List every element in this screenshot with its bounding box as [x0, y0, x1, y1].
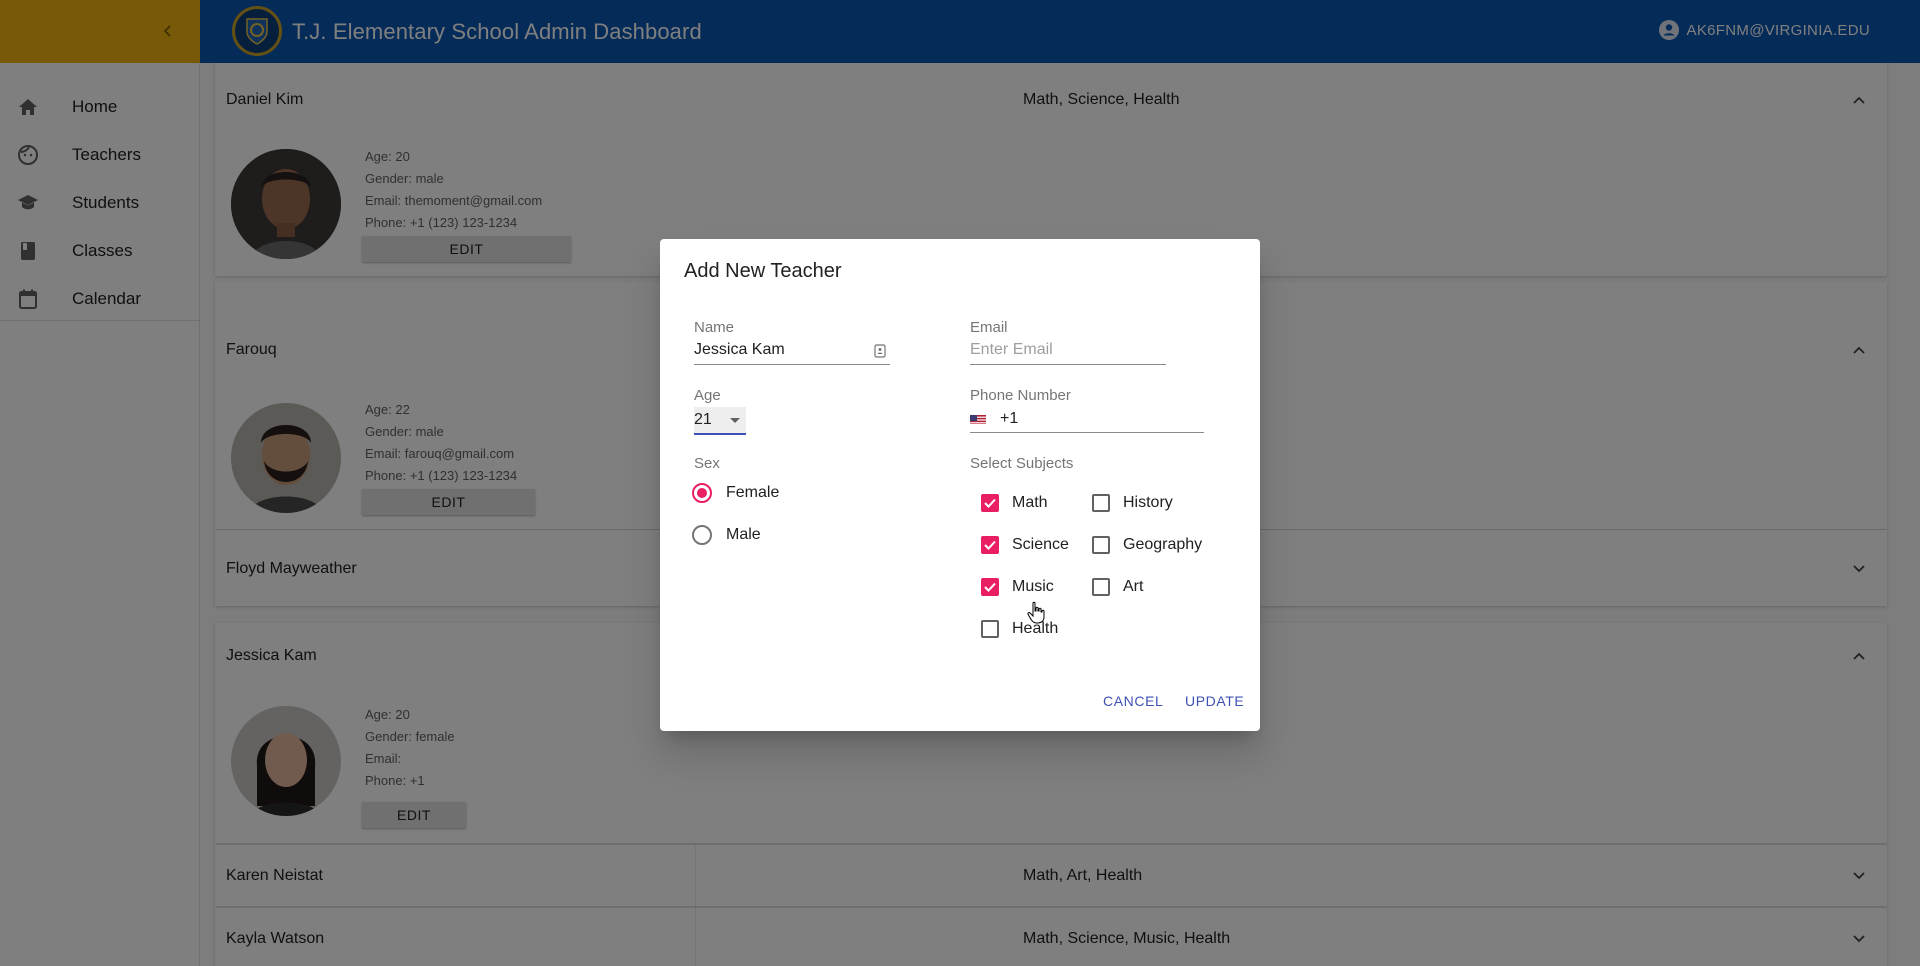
age-select[interactable]: 21	[694, 407, 746, 435]
checkbox-label: Geography	[1123, 536, 1203, 553]
phone-label: Phone Number	[970, 387, 1071, 404]
checkbox-health[interactable]: Health	[981, 620, 1058, 638]
subjects-label: Select Subjects	[970, 455, 1074, 472]
update-button[interactable]: UPDATE	[1185, 693, 1244, 709]
checkbox-checked-icon	[981, 536, 999, 554]
checkbox-checked-icon	[981, 494, 999, 512]
contact-card-icon	[874, 344, 886, 358]
email-input[interactable]	[970, 337, 1166, 363]
checkbox-geography[interactable]: Geography	[1092, 536, 1202, 554]
name-input[interactable]	[694, 337, 890, 363]
checkbox-label: Music	[1012, 578, 1054, 595]
dialog-title: Add New Teacher	[684, 260, 842, 282]
radio-male[interactable]: Male	[692, 525, 761, 545]
radio-checked-icon	[692, 483, 712, 503]
name-label: Name	[694, 319, 735, 336]
checkbox-label: Science	[1012, 536, 1069, 553]
checkbox-label: Math	[1012, 494, 1048, 511]
age-label: Age	[694, 387, 721, 404]
radio-label: Female	[726, 484, 780, 501]
checkbox-math[interactable]: Math	[981, 494, 1048, 512]
checkbox-checked-icon	[981, 578, 999, 596]
radio-female[interactable]: Female	[692, 483, 779, 503]
dropdown-arrow-icon	[730, 418, 740, 423]
checkbox-label: History	[1123, 494, 1173, 511]
checkbox-label: Art	[1123, 578, 1144, 595]
add-teacher-dialog: Add New Teacher Name Email Age 21 Phone …	[660, 239, 1260, 731]
phone-field-wrapper	[970, 405, 1204, 433]
hand-cursor-icon	[1027, 601, 1045, 624]
radio-unchecked-icon	[692, 525, 712, 545]
phone-input[interactable]	[1000, 405, 1180, 432]
checkbox-history[interactable]: History	[1092, 494, 1173, 512]
checkbox-unchecked-icon	[1092, 536, 1110, 554]
sex-label: Sex	[694, 455, 720, 472]
email-label: Email	[970, 319, 1008, 336]
name-field-wrapper	[694, 337, 890, 365]
checkbox-science[interactable]: Science	[981, 536, 1069, 554]
email-field-wrapper	[970, 337, 1166, 365]
radio-label: Male	[726, 526, 761, 543]
checkbox-unchecked-icon	[1092, 494, 1110, 512]
checkbox-art[interactable]: Art	[1092, 578, 1143, 596]
cancel-button[interactable]: CANCEL	[1103, 693, 1163, 709]
age-value: 21	[694, 411, 712, 428]
checkbox-unchecked-icon	[1092, 578, 1110, 596]
checkbox-unchecked-icon	[981, 620, 999, 638]
checkbox-music[interactable]: Music	[981, 578, 1054, 596]
us-flag-icon[interactable]	[970, 413, 986, 424]
